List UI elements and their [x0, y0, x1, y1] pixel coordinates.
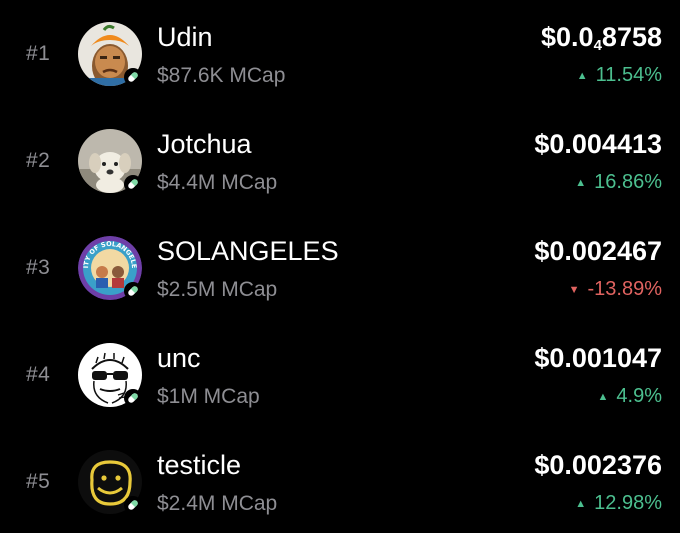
triangle-up-icon: ▲: [597, 390, 609, 403]
market-cap: $2.5M MCap: [157, 278, 278, 301]
token-name: Jotchua: [157, 129, 252, 159]
price-zero-count: 4: [593, 37, 602, 54]
price-change: ▼ -13.89%: [569, 278, 662, 301]
price-digits: 8758: [601, 22, 662, 52]
token-name: SOLANGELES: [157, 236, 339, 266]
pill-icon: [124, 389, 142, 407]
token-avatar: [78, 22, 142, 86]
token-name: unc: [157, 343, 201, 373]
rank-label: #2: [26, 149, 51, 172]
change-percent: 16.86%: [594, 171, 662, 193]
token-row-testicle[interactable]: #5 testicle $2.4M MCap $0.002376 ▲ 12.98…: [0, 430, 680, 530]
pill-icon: [124, 68, 142, 86]
rank-label: #1: [26, 42, 51, 65]
token-price: $0.004413: [534, 129, 662, 159]
market-cap: $1M MCap: [157, 385, 260, 408]
market-cap: $2.4M MCap: [157, 492, 278, 515]
token-name: Udin: [157, 22, 213, 52]
token-row-udin[interactable]: #1 Udin $87.6K MCap $0.048758 ▲ 11.54%: [0, 2, 680, 102]
triangle-up-icon: ▲: [576, 69, 588, 82]
token-leaderboard: #1 Udin $87.6K MCap $0.048758 ▲ 11.54% #…: [0, 0, 680, 533]
triangle-up-icon: ▲: [575, 497, 587, 510]
token-row-jotchua[interactable]: #2 Jotchua $4.4M MCap $0.004413 ▲ 16.86%: [0, 109, 680, 209]
token-avatar: CITY OF SOLANGELES: [78, 236, 142, 300]
change-percent: -13.89%: [587, 278, 663, 300]
rank-label: #3: [26, 256, 51, 279]
price-change: ▲ 16.86%: [575, 171, 662, 194]
change-percent: 11.54%: [595, 64, 662, 86]
triangle-down-icon: ▼: [568, 283, 580, 296]
token-price: $0.001047: [534, 343, 662, 373]
triangle-up-icon: ▲: [575, 176, 587, 189]
pill-icon: [124, 282, 142, 300]
price-change: ▲ 12.98%: [575, 492, 662, 515]
change-percent: 4.9%: [616, 385, 662, 407]
token-avatar: [78, 343, 142, 407]
pill-icon: [124, 496, 142, 514]
token-row-solangeles[interactable]: #3 CITY OF SOLANGELES: [0, 216, 680, 316]
token-price: $0.002376: [534, 450, 662, 480]
price-prefix: $0.0: [541, 22, 594, 52]
token-name: testicle: [157, 450, 242, 480]
price-change: ▲ 4.9%: [598, 385, 662, 408]
token-price: $0.002467: [534, 236, 662, 266]
market-cap: $4.4M MCap: [157, 171, 278, 194]
market-cap: $87.6K MCap: [157, 64, 286, 87]
token-price: $0.048758: [541, 22, 662, 54]
rank-label: #4: [26, 363, 51, 386]
token-avatar: [78, 129, 142, 193]
token-row-unc[interactable]: #4 unc $1M MCap $0.001047 ▲ 4.9%: [0, 323, 680, 423]
price-change: ▲ 11.54%: [577, 64, 662, 87]
rank-label: #5: [26, 470, 51, 493]
change-percent: 12.98%: [594, 492, 662, 514]
pill-icon: [124, 175, 142, 193]
token-avatar: [78, 450, 142, 514]
